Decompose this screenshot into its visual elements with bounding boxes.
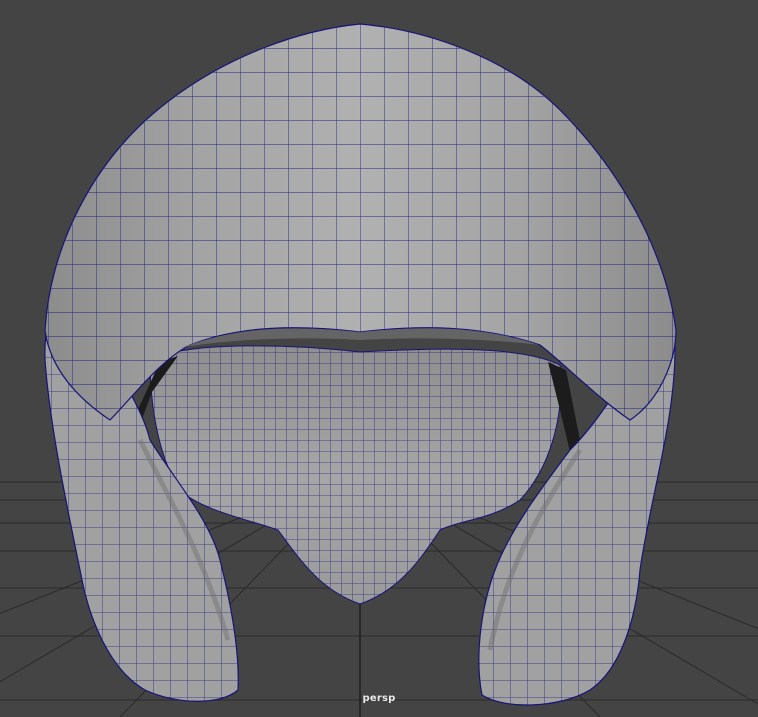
camera-label: persp: [362, 693, 396, 704]
helmet-mesh[interactable]: [44, 23, 677, 706]
viewport-canvas[interactable]: [0, 0, 758, 717]
persp-viewport[interactable]: persp: [0, 0, 758, 717]
